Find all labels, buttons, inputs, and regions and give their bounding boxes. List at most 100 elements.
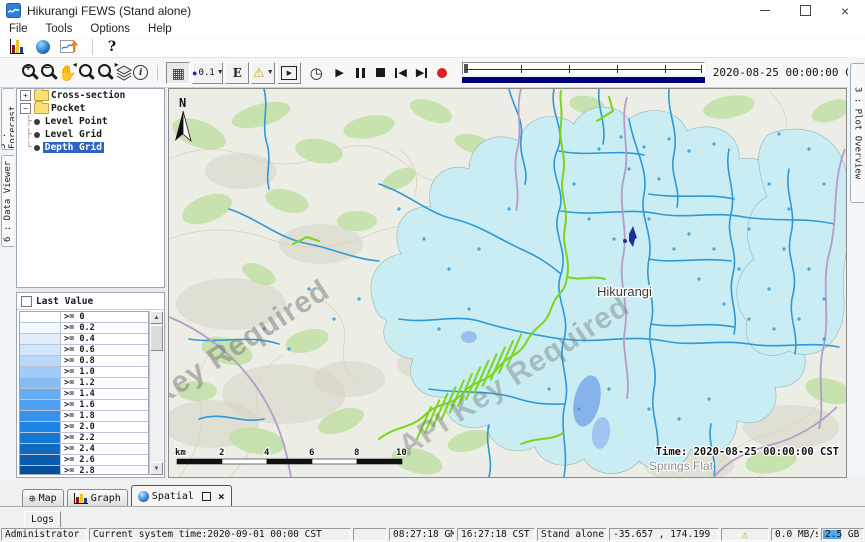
status-empty-cell: [353, 528, 387, 541]
legend-row[interactable]: >= 0.8: [20, 356, 148, 367]
legend-row[interactable]: >= 2.8: [20, 466, 148, 475]
legend-row[interactable]: >= 1.2: [20, 378, 148, 389]
legend-color-swatch: [20, 334, 61, 344]
legend-row[interactable]: >= 2.4: [20, 444, 148, 455]
legend-row-label: >= 1.8: [61, 411, 148, 421]
svg-text:4: 4: [264, 448, 270, 458]
legend-row[interactable]: >= 1.6: [20, 400, 148, 411]
tree-item-level-grid[interactable]: ├ Level Grid: [17, 128, 164, 141]
classbreak-select[interactable]: ● 0.1 ▼: [192, 62, 223, 84]
legend-row[interactable]: >= 0.4: [20, 334, 148, 345]
maximize-icon: [800, 5, 811, 16]
info-button[interactable]: i: [133, 62, 149, 84]
zoom-next-button[interactable]: ▸: [96, 62, 115, 84]
status-memory[interactable]: 2.5 GB: [821, 528, 864, 541]
bottom-panel: ⊕ Map Graph Spatial × Logs: [0, 478, 865, 527]
tree-item-level-point[interactable]: ├ Level Point: [17, 115, 164, 128]
spatial-display-button[interactable]: [32, 38, 54, 56]
help-button[interactable]: ?: [101, 38, 123, 56]
tab-spatial[interactable]: Spatial ×: [131, 485, 232, 506]
tab-plot-overview[interactable]: 3 : Plot Overview: [850, 63, 864, 203]
tree-item-pocket[interactable]: − Pocket: [17, 102, 164, 115]
status-user: Administrator: [1, 528, 87, 541]
tab-map[interactable]: ⊕ Map: [22, 489, 64, 506]
zoom-in-button[interactable]: +: [20, 62, 39, 84]
timeseries-button[interactable]: [58, 38, 80, 56]
legend-row[interactable]: >= 0.6: [20, 345, 148, 356]
legend-scrollbar[interactable]: ▲ ▼: [149, 311, 163, 475]
classbreak-value: 0.1: [198, 68, 214, 78]
legend-color-swatch: [20, 411, 61, 421]
histogram-icon: [10, 39, 24, 54]
grid-display-button[interactable]: ▦: [166, 62, 190, 84]
folder-icon: [34, 103, 49, 114]
tab-forecast[interactable]: 5 : Forecast: [1, 88, 14, 150]
animation-settings-button[interactable]: ◷: [308, 62, 324, 84]
tree-branch-line: ├: [26, 116, 32, 127]
close-button[interactable]: ×: [825, 0, 865, 21]
maximize-button[interactable]: [785, 0, 825, 21]
tab-graph[interactable]: Graph: [67, 489, 128, 506]
status-warning-cell[interactable]: ⚠: [721, 528, 769, 541]
layer-bullet-icon: [34, 145, 40, 151]
zoom-previous-button[interactable]: ◂: [77, 62, 96, 84]
minimize-button[interactable]: [745, 0, 785, 21]
legend-row[interactable]: >= 0: [20, 312, 148, 323]
play-button[interactable]: ▶: [332, 63, 347, 83]
level-point-dot: [807, 147, 810, 150]
skip-end-button[interactable]: ▶: [414, 63, 429, 83]
legend-row[interactable]: >= 2.6: [20, 455, 148, 466]
collapse-icon[interactable]: −: [20, 103, 31, 114]
tab-data-viewer[interactable]: 6 : Data Viewer: [1, 155, 14, 247]
zoom-out-button[interactable]: −: [39, 62, 58, 84]
timeline-slider[interactable]: [462, 62, 704, 83]
map-canvas[interactable]: API Key Required API Key Required Hikura…: [169, 89, 846, 477]
expand-icon[interactable]: +: [20, 90, 31, 101]
menu-tools[interactable]: Tools: [37, 23, 82, 35]
movie-export-button[interactable]: ▶: [277, 62, 301, 84]
tree-item-depth-grid[interactable]: └ Depth Grid: [17, 141, 164, 154]
classbreak-dot-icon: ●: [192, 68, 197, 78]
panel-maximize-icon[interactable]: [202, 492, 211, 501]
legend-row[interactable]: >= 2.0: [20, 422, 148, 433]
map-viewport[interactable]: API Key Required API Key Required Hikura…: [168, 88, 847, 478]
skip-start-button[interactable]: ◀: [394, 63, 409, 83]
scrollbar-thumb[interactable]: [150, 325, 163, 351]
level-point-dot: [572, 182, 575, 185]
scroll-down-icon[interactable]: ▼: [150, 462, 163, 475]
level-point-dot: [777, 132, 780, 135]
left-panel: + Cross-section − Pocket ├ Level Point ├…: [16, 88, 167, 478]
timeline-track[interactable]: [462, 62, 704, 75]
forest-patch: [337, 211, 377, 231]
minimize-icon: [760, 10, 770, 11]
panel-close-icon[interactable]: ×: [218, 491, 225, 502]
level-point-dot: [357, 297, 360, 300]
title-bar[interactable]: Hikurangi FEWS (Stand alone) ×: [0, 0, 865, 21]
toolbar-separator: [157, 65, 158, 81]
status-coordinates: -35.657 , 174.199: [609, 528, 719, 541]
svg-text:2: 2: [219, 448, 224, 458]
zoom-in-icon: +: [20, 63, 39, 82]
legend-color-swatch: [20, 466, 61, 475]
thresholds-select[interactable]: ⚠ ▼: [251, 62, 275, 84]
record-button[interactable]: [435, 63, 450, 83]
logs-button[interactable]: Logs: [24, 511, 61, 528]
menu-options[interactable]: Options: [81, 23, 139, 35]
svg-text:6: 6: [309, 448, 314, 458]
wireframe-globe-icon: ⊕: [29, 493, 36, 504]
legend-row[interactable]: >= 0.2: [20, 323, 148, 334]
legend-row[interactable]: >= 1.0: [20, 367, 148, 378]
layer-bullet-icon: [34, 119, 40, 125]
legend-toggle-button[interactable]: E: [225, 62, 249, 84]
last-value-checkbox[interactable]: [21, 296, 32, 307]
menu-help[interactable]: Help: [139, 23, 181, 35]
legend-row[interactable]: >= 1.8: [20, 411, 148, 422]
pause-button[interactable]: [353, 63, 368, 83]
database-chart-button[interactable]: [6, 38, 28, 56]
stop-button[interactable]: [373, 63, 388, 83]
menu-file[interactable]: File: [0, 23, 37, 35]
level-point-dot: [747, 317, 750, 320]
legend-row[interactable]: >= 2.2: [20, 433, 148, 444]
legend-row[interactable]: >= 1.4: [20, 389, 148, 400]
scroll-up-icon[interactable]: ▲: [150, 311, 163, 324]
